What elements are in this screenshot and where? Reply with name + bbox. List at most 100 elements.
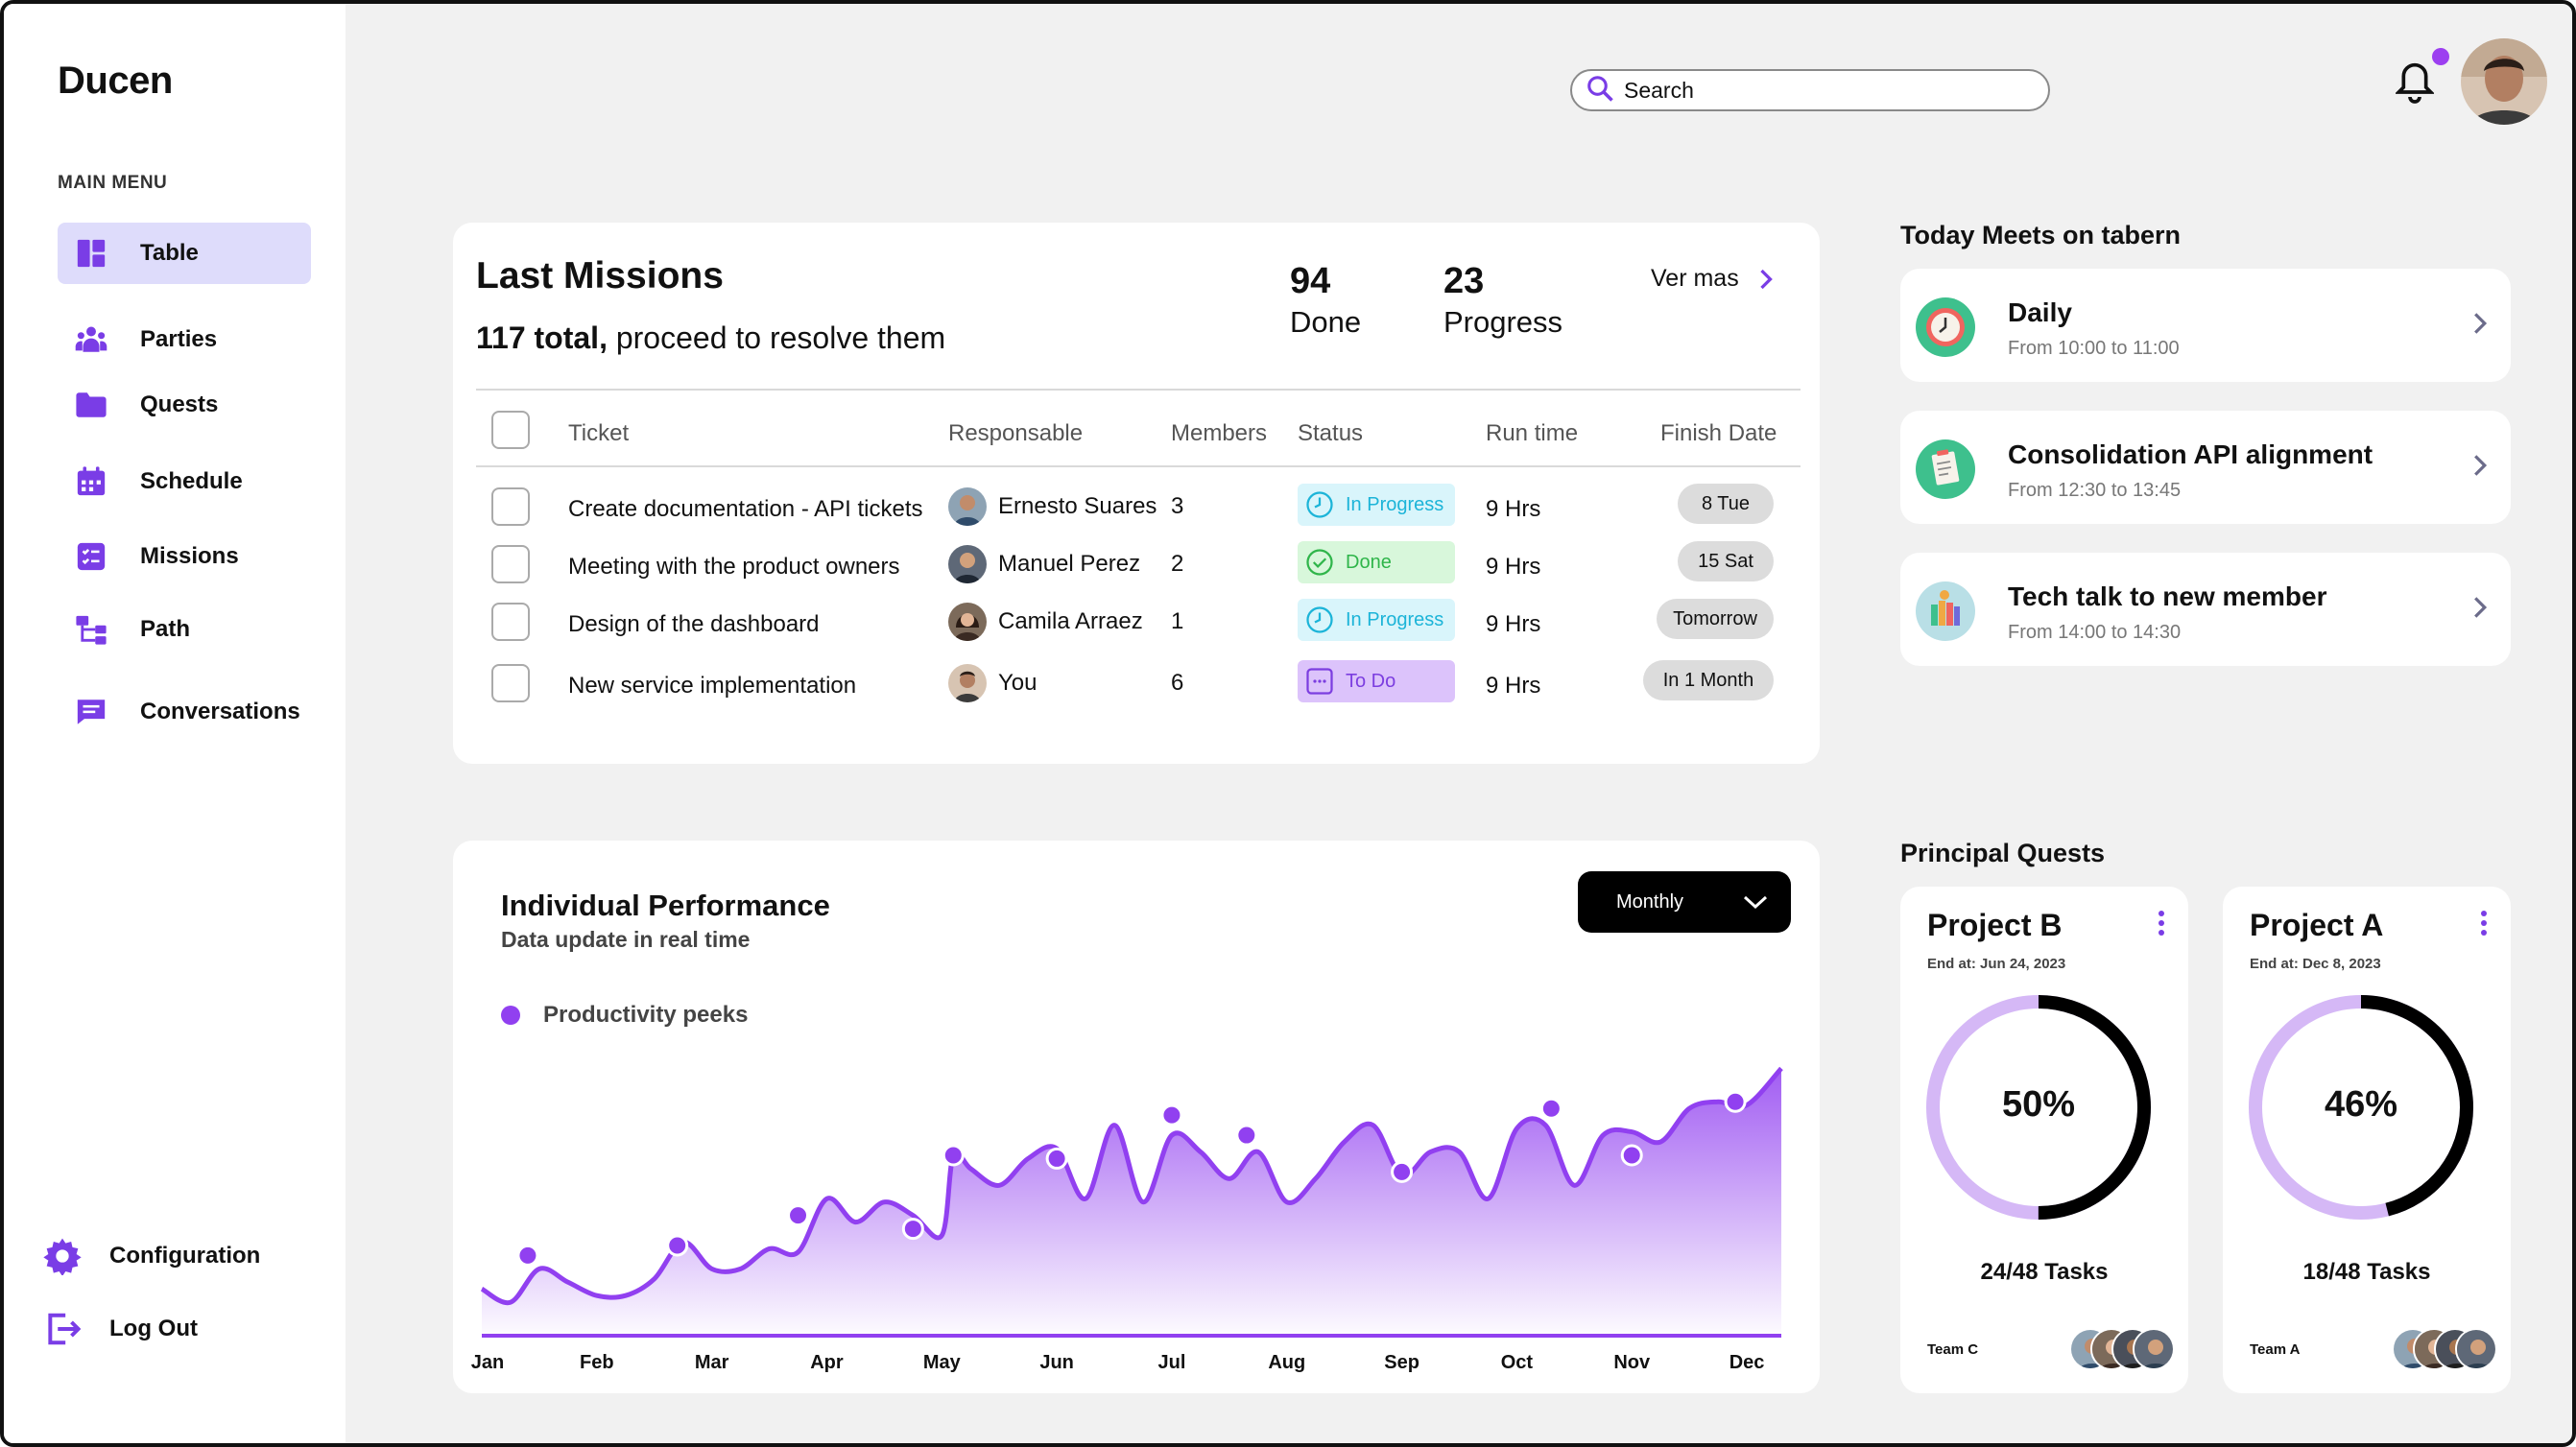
meeting-card[interactable]: Tech talk to new member From 14:00 to 14… [1900, 553, 2511, 666]
meeting-title: Daily [2008, 297, 2072, 327]
chart-point [1539, 1097, 1562, 1120]
chart-point [516, 1244, 539, 1267]
chevron-right-icon [2474, 597, 2488, 618]
members-count: 6 [1171, 670, 1184, 696]
col-ticket: Ticket [568, 420, 630, 446]
configuration-button[interactable]: Configuration [42, 1236, 260, 1276]
sidebar-item-quests[interactable]: Quests [58, 374, 311, 436]
meeting-card[interactable]: Daily From 10:00 to 11:00 [1900, 269, 2511, 382]
quest-card[interactable]: Project A End at: Dec 8, 2023 46% 18/48 … [2223, 887, 2511, 1393]
x-tick-label: Feb [580, 1352, 614, 1373]
ticket-name: Design of the dashboard [568, 611, 820, 637]
chart-area-fill [482, 1068, 1781, 1336]
avatar [948, 664, 987, 702]
team-avatars [2392, 1328, 2497, 1370]
status-badge: In Progress [1298, 599, 1455, 641]
row-checkbox[interactable] [491, 603, 530, 641]
avatar [948, 545, 987, 583]
app-window: Ducen MAIN MENU Table Parties Quests Sch… [0, 0, 2576, 1447]
row-checkbox[interactable] [491, 545, 530, 583]
responsable: Camila Arraez [948, 603, 1143, 641]
users-icon [73, 321, 109, 358]
quest-card[interactable]: Project B End at: Jun 24, 2023 50% 24/48… [1900, 887, 2188, 1393]
quest-team: Team C [1927, 1341, 1979, 1358]
menu-heading: MAIN MENU [58, 173, 168, 193]
members-count: 2 [1171, 551, 1184, 577]
calendar-icon [73, 463, 109, 500]
sidebar-item-parties[interactable]: Parties [58, 309, 311, 370]
books-icon [1916, 581, 1975, 641]
members-count: 3 [1171, 493, 1184, 519]
sidebar-item-table[interactable]: Table [58, 223, 311, 284]
finish-date-pill: 15 Sat [1678, 541, 1774, 581]
sidebar-item-schedule[interactable]: Schedule [58, 451, 311, 512]
responsable: You [948, 664, 1038, 702]
meeting-card[interactable]: Consolidation API alignment From 12:30 t… [1900, 411, 2511, 524]
row-checkbox[interactable] [491, 664, 530, 702]
avatar [948, 487, 987, 526]
logout-button[interactable]: Log Out [42, 1309, 198, 1349]
responsable: Ernesto Suares [948, 487, 1157, 526]
check-circle-icon [1306, 549, 1333, 576]
missions-summary: 117 total, proceed to resolve them [476, 320, 946, 355]
see-more-link[interactable]: Ver mas [1651, 265, 1774, 293]
user-avatar[interactable] [2461, 38, 2547, 125]
done-stat: 94 Done [1290, 261, 1362, 339]
divider [476, 389, 1801, 391]
sidebar-item-label: Missions [140, 543, 239, 569]
avatar [948, 603, 987, 641]
col-members: Members [1171, 420, 1268, 446]
col-finish-date: Finish Date [1660, 420, 1777, 446]
sidebar-item-label: Table [140, 240, 199, 266]
quest-name: Project A [2250, 908, 2384, 942]
avatar [2133, 1328, 2175, 1370]
row-checkbox[interactable] [491, 487, 530, 526]
meets-title: Today Meets on tabern [1900, 221, 2182, 249]
sidebar: Ducen MAIN MENU Table Parties Quests Sch… [4, 4, 346, 1443]
select-all-checkbox[interactable] [491, 411, 530, 449]
meeting-title: Consolidation API alignment [2008, 439, 2373, 469]
finish-date-pill: 8 Tue [1678, 484, 1774, 524]
chart-point [1235, 1124, 1258, 1147]
x-tick-label: Jan [471, 1352, 504, 1373]
checklist-icon [73, 538, 109, 575]
sidebar-item-label: Quests [140, 391, 219, 417]
members-count: 1 [1171, 608, 1184, 634]
x-tick-label: Oct [1501, 1352, 1534, 1373]
quest-end-date: End at: Dec 8, 2023 [2250, 956, 2381, 972]
search-bar[interactable] [1570, 69, 2050, 111]
performance-card: Individual Performance Data update in re… [453, 841, 1820, 1393]
search-input[interactable] [1624, 77, 2027, 104]
gear-icon [42, 1236, 83, 1276]
col-run-time: Run time [1486, 420, 1579, 446]
more-options-icon[interactable] [2158, 910, 2165, 937]
x-tick-label: Jun [1039, 1352, 1074, 1373]
missions-card: Last Missions 117 total, proceed to reso… [453, 223, 1820, 764]
finish-date-pill: Tomorrow [1657, 599, 1774, 639]
meeting-time: From 10:00 to 11:00 [2008, 338, 2180, 359]
more-options-icon[interactable] [2480, 910, 2488, 937]
team-avatars [2069, 1328, 2175, 1370]
quest-team: Team A [2250, 1341, 2301, 1358]
ticket-name: New service implementation [568, 673, 857, 699]
col-responsable: Responsable [948, 420, 1084, 446]
meeting-time: From 14:00 to 14:30 [2008, 622, 2182, 643]
chart-point [901, 1218, 924, 1241]
ticket-name: Create documentation - API tickets [568, 496, 923, 522]
x-tick-label: May [923, 1352, 962, 1373]
clock-icon [1916, 297, 1975, 357]
run-time: 9 Hrs [1486, 611, 1541, 637]
sidebar-item-path[interactable]: Path [58, 599, 311, 660]
sidebar-item-label: Path [140, 616, 191, 642]
sidebar-item-missions[interactable]: Missions [58, 526, 311, 587]
flow-icon [73, 611, 109, 648]
notifications-button[interactable] [2394, 59, 2436, 106]
sidebar-item-conversations[interactable]: Conversations [58, 681, 311, 743]
x-tick-label: Dec [1729, 1352, 1765, 1373]
quest-end-date: End at: Jun 24, 2023 [1927, 956, 2066, 972]
quests-title: Principal Quests [1900, 839, 2106, 867]
app-logo: Ducen [58, 59, 173, 102]
status-badge: To Do [1298, 660, 1455, 702]
chevron-right-icon [1760, 269, 1773, 289]
run-time: 9 Hrs [1486, 673, 1541, 699]
